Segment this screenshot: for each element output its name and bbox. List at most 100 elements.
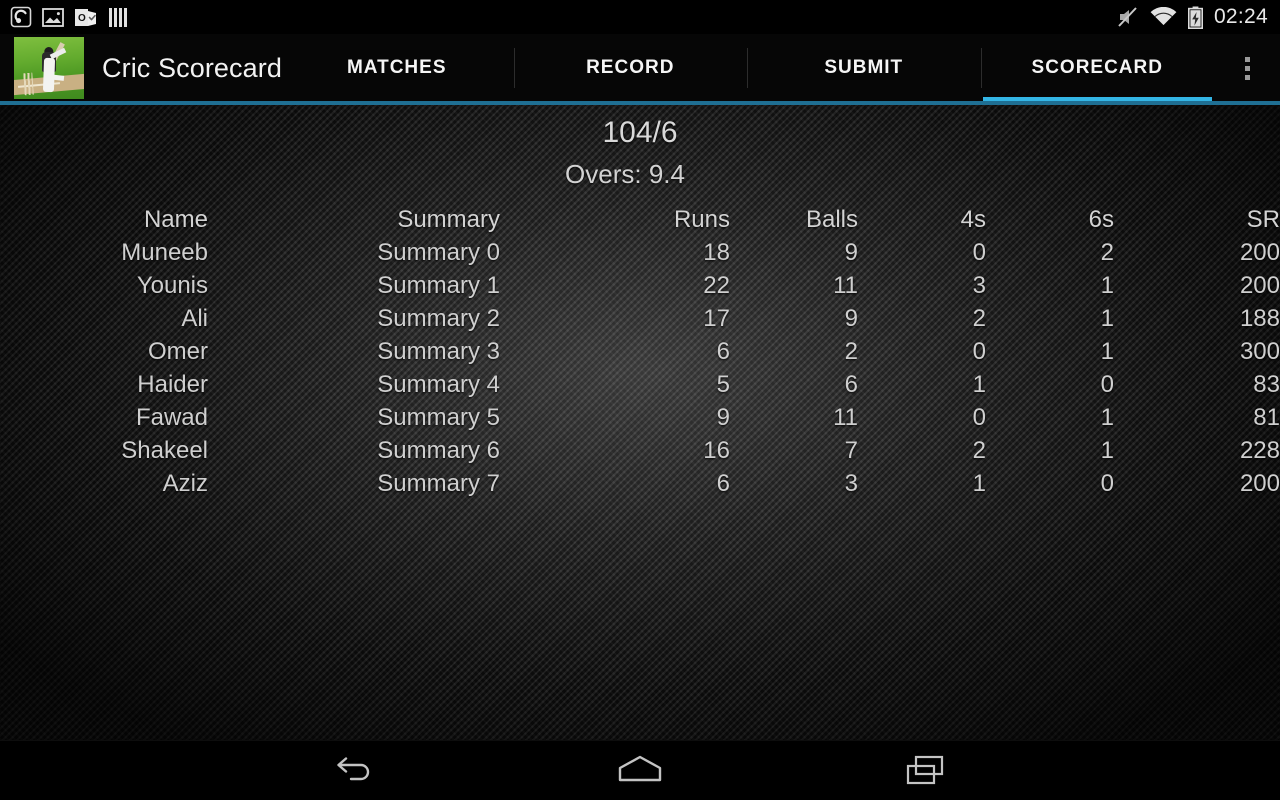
cell-balls: 9 [844,305,858,332]
cell-sr: 81 [1253,404,1280,431]
scorecard-body: Muneeb Summary 0 18 9 0 2 200 Younis Sum… [0,236,1280,500]
home-icon [618,755,662,782]
back-icon [337,757,370,781]
cell-sixes: 0 [1100,371,1114,398]
status-notification-icons: O [0,6,128,28]
column-header-sr: SR [1246,206,1280,233]
cell-summary: Summary 4 [377,371,500,398]
back-button[interactable] [306,740,402,800]
cell-fours: 0 [972,404,986,431]
bars-icon [109,7,127,27]
column-header-fours: 4s [960,206,986,233]
android-screen: O 02:24 Cric Scorecard MATCHES RECORD SU… [0,0,1280,800]
cell-name: Haider [137,371,208,398]
recents-icon [906,755,944,785]
cell-sr: 200 [1239,470,1280,497]
overflow-dot [1244,74,1250,80]
cell-sr: 83 [1253,371,1280,398]
cell-sixes: 1 [1100,272,1114,299]
column-header-summary: Summary [397,206,500,233]
overflow-dot [1244,65,1250,71]
table-row[interactable]: Aziz Summary 7 6 3 1 0 200 [0,467,1280,500]
cell-sr: 188 [1239,305,1280,332]
cell-runs: 22 [703,272,730,299]
cell-name: Muneeb [121,239,208,266]
cell-summary: Summary 5 [377,404,500,431]
cell-summary: Summary 1 [377,272,500,299]
cell-name: Omer [148,338,208,365]
app-title: Cric Scorecard [102,52,282,83]
cell-runs: 9 [716,404,730,431]
cell-sr: 228 [1239,437,1280,464]
app-brand[interactable]: Cric Scorecard [0,34,282,102]
cell-summary: Summary 3 [377,338,500,365]
table-row[interactable]: Haider Summary 4 5 6 1 0 83 [0,368,1280,401]
cell-fours: 1 [972,371,986,398]
cell-name: Younis [136,272,208,299]
score-overs: Overs: 9.4 [565,159,685,189]
tab-bar: MATCHES RECORD SUBMIT SCORECARD [280,34,1214,102]
cell-fours: 0 [972,338,986,365]
status-clock: 02:24 [1213,5,1268,28]
cell-runs: 16 [703,437,730,464]
cell-runs: 6 [716,470,730,497]
cell-fours: 2 [972,437,986,464]
table-row[interactable]: Muneeb Summary 0 18 9 0 2 200 [0,236,1280,269]
cell-sixes: 1 [1100,404,1114,431]
status-bar: O 02:24 [0,0,1280,34]
table-row[interactable]: Fawad Summary 5 9 11 0 1 81 [0,401,1280,434]
cell-balls: 11 [833,404,858,431]
cell-runs: 17 [703,305,730,332]
mute-icon [1118,7,1137,27]
cell-summary: Summary 7 [377,470,500,497]
scorecard-panel: 104/6 Overs: 9.4 Name Summary Runs Balls… [0,105,1280,740]
cell-fours: 0 [972,239,986,266]
cricket-batsman-icon [14,37,84,99]
tab-scorecard[interactable]: SCORECARD [980,34,1215,102]
cell-balls: 6 [844,371,858,398]
cell-summary: Summary 2 [377,305,500,332]
android-navigation-bar [0,740,1280,800]
cell-sixes: 1 [1100,437,1114,464]
cell-sixes: 2 [1100,239,1114,266]
nav-bar-divider [0,740,1280,741]
action-bar-underline [0,101,1280,105]
column-header-name: Name [143,206,208,233]
overflow-dot [1244,56,1250,62]
cell-balls: 2 [844,338,858,365]
svg-text:O: O [78,13,86,24]
action-bar: Cric Scorecard MATCHES RECORD SUBMIT SCO… [0,34,1280,102]
tab-matches[interactable]: MATCHES [280,34,514,102]
cell-fours: 1 [972,470,986,497]
recents-button[interactable] [878,740,974,800]
table-row[interactable]: Ali Summary 2 17 9 2 1 188 [0,302,1280,335]
cell-sixes: 1 [1100,338,1114,365]
battery-charging-icon [1187,6,1203,29]
overflow-menu-icon[interactable] [1214,34,1280,102]
table-header-row: Name Summary Runs Balls 4s 6s SR [0,203,1280,236]
outlook-mail-icon: O [75,8,96,26]
column-header-balls: Balls [805,206,858,233]
cell-name: Fawad [135,404,208,431]
cell-summary: Summary 0 [377,239,500,266]
status-system-icons: 02:24 [1116,6,1280,29]
headset-icon [10,6,32,28]
cell-sr: 200 [1239,239,1280,266]
home-button[interactable] [592,740,688,800]
scorecard-head: Name Summary Runs Balls 4s 6s SR [0,203,1280,236]
wifi-icon [1150,7,1177,25]
tab-record[interactable]: RECORD [513,34,748,102]
scorecard-table: Name Summary Runs Balls 4s 6s SR Muneeb … [0,203,1280,500]
cell-sr: 200 [1239,272,1280,299]
cell-name: Ali [181,305,208,332]
cell-balls: 7 [844,437,858,464]
cell-name: Aziz [162,470,208,497]
cell-sixes: 0 [1100,470,1114,497]
cell-fours: 3 [972,272,986,299]
table-row[interactable]: Shakeel Summary 6 16 7 2 1 228 [0,434,1280,467]
column-header-sixes: 6s [1088,206,1114,233]
tab-submit[interactable]: SUBMIT [747,34,981,102]
cell-balls: 9 [844,239,858,266]
table-row[interactable]: Omer Summary 3 6 2 0 1 300 [0,335,1280,368]
table-row[interactable]: Younis Summary 1 22 11 3 1 200 [0,269,1280,302]
